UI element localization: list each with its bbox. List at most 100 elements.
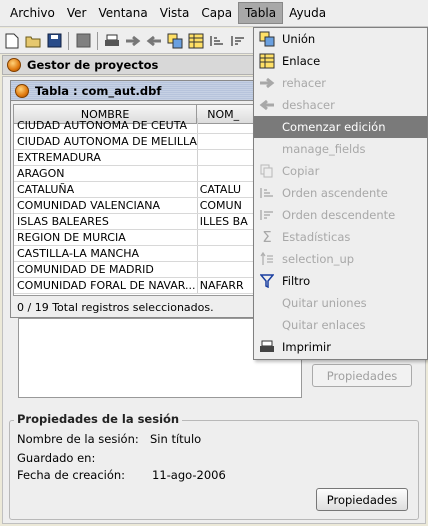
cell-nombre: ARAGON (14, 166, 198, 181)
union-icon (258, 30, 276, 48)
cell-nom (198, 246, 254, 261)
menu-item-deshacer[interactable]: deshacer (254, 94, 427, 116)
menu-ver[interactable]: Ver (61, 3, 93, 23)
menu-icon-spacer (258, 316, 276, 334)
cell-nombre: ISLAS BALEARES (14, 214, 198, 229)
cell-nombre: CASTILLA-LA MANCHA (14, 246, 198, 261)
table-row[interactable]: REGION DE MURCIA (14, 230, 254, 246)
menu-ventana[interactable]: Ventana (92, 3, 153, 23)
menu-item-filtro[interactable]: Filtro (254, 270, 427, 292)
table-row[interactable]: ISLAS BALEARES ILLES BA (14, 214, 254, 230)
menu-icon-spacer (258, 294, 276, 312)
table-row[interactable]: CASTILLA-LA MANCHA (14, 246, 254, 262)
table-window: Tabla : com_aut.dbf NOMBRE NOM_ CIUDAD A… (10, 80, 256, 318)
cell-nombre: CIUDAD AUTONOMA DE MELILLA (14, 134, 198, 149)
menu-item-selection-up[interactable]: selection_up (254, 248, 427, 270)
arrow-right-icon[interactable] (124, 32, 142, 50)
creation-date-label: Fecha de creación: (17, 468, 126, 482)
menu-item-union[interactable]: Unión (254, 28, 427, 50)
session-properties-button[interactable]: Propiedades (316, 488, 408, 511)
menu-item-quitar-enlaces[interactable]: Quitar enlaces (254, 314, 427, 336)
cell-nombre: REGION DE MURCIA (14, 230, 198, 245)
session-name-label: Nombre de la sesión: (17, 432, 139, 446)
attribute-table[interactable]: NOMBRE NOM_ CIUDAD AUTONOMA DE CEUTA CIU… (13, 104, 255, 296)
menu-item-label: Enlace (282, 54, 321, 68)
menu-item-comenzar-edicion[interactable]: Comenzar edición (254, 116, 427, 138)
menu-item-quitar-uniones[interactable]: Quitar uniones (254, 292, 427, 314)
cell-nom: CATALU (199, 183, 242, 196)
cell-nom (198, 262, 254, 277)
menu-archivo[interactable]: Archivo (4, 3, 61, 23)
sort-ascending-icon[interactable] (208, 32, 226, 50)
cell-nom: COMUN (199, 199, 242, 212)
redo-arrow-icon (258, 74, 276, 92)
link-table-icon (258, 52, 276, 70)
menu-item-label: Unión (282, 32, 316, 46)
save-icon[interactable] (45, 32, 63, 50)
menu-vista[interactable]: Vista (154, 3, 196, 23)
menu-item-imprimir[interactable]: Imprimir (254, 336, 427, 358)
sigma-icon: Σ (262, 228, 272, 246)
saved-in-label: Guardado en: (17, 451, 96, 465)
toolbar-separator (97, 31, 98, 50)
cell-nombre: COMUNIDAD VALENCIANA (14, 198, 198, 213)
sort-ascending-icon (258, 184, 276, 202)
menu-item-label: selection_up (282, 252, 355, 266)
menu-item-label: Filtro (282, 274, 311, 288)
undo-arrow-icon (258, 96, 276, 114)
gvsig-orb-icon (7, 58, 21, 72)
cell-nombre: COMUNIDAD DE MADRID (14, 262, 198, 277)
menu-item-enlace[interactable]: Enlace (254, 50, 427, 72)
menu-item-label: Imprimir (282, 340, 331, 354)
menu-item-copiar[interactable]: Copiar (254, 160, 427, 182)
cell-nombre: CATALUÑA (14, 182, 198, 197)
arrow-left-icon[interactable] (145, 32, 163, 50)
selection-up-icon (258, 250, 276, 268)
menu-capa[interactable]: Capa (195, 3, 238, 23)
sort-descending-icon (258, 206, 276, 224)
menu-item-label: Comenzar edición (282, 120, 386, 134)
stop-icon[interactable] (74, 32, 92, 50)
menu-item-rehacer[interactable]: rehacer (254, 72, 427, 94)
link-table-icon[interactable] (187, 32, 205, 50)
menu-tabla[interactable]: Tabla (238, 2, 284, 24)
menu-item-orden-descendente[interactable]: Orden descendente (254, 204, 427, 226)
selection-status: 0 / 19 Total registros seleccionados. (13, 298, 255, 316)
table-row[interactable]: EXTREMADURA (14, 150, 254, 166)
new-file-icon[interactable] (3, 32, 21, 50)
session-properties-title: Propiedades de la sesión (14, 412, 183, 426)
menu-item-label: rehacer (282, 76, 327, 90)
table-row[interactable]: CIUDAD AUTONOMA DE CEUTA (14, 118, 254, 134)
table-row[interactable]: ARAGON (14, 166, 254, 182)
filter-icon (258, 272, 276, 290)
menu-item-manage-fields[interactable]: manage_fields (254, 138, 427, 160)
table-window-titlebar[interactable]: Tabla : com_aut.dbf (11, 81, 255, 101)
menu-item-label: Orden ascendente (282, 186, 388, 200)
cell-nom: NAFARR (199, 279, 244, 292)
gvsig-orb-icon (15, 83, 29, 98)
menu-item-label: Estadísticas (282, 230, 351, 244)
menu-ayuda[interactable]: Ayuda (283, 3, 332, 23)
table-row[interactable]: COMUNIDAD VALENCIANA COMUN (14, 198, 254, 214)
union-icon[interactable] (166, 32, 184, 50)
cell-nom (198, 230, 254, 245)
sort-descending-icon[interactable] (229, 32, 247, 50)
session-name-value: Sin título (150, 432, 202, 446)
cell-nombre: CIUDAD AUTONOMA DE CEUTA (14, 118, 198, 133)
table-row[interactable]: COMUNIDAD FORAL DE NAVAR... NAFARR (14, 278, 254, 294)
table-row[interactable]: COMUNIDAD DE MADRID (14, 262, 254, 278)
menu-item-label: deshacer (282, 98, 335, 112)
cell-nom (198, 166, 254, 181)
menu-item-label: Copiar (282, 164, 320, 178)
print-icon[interactable] (103, 32, 121, 50)
toolbar-separator (68, 31, 69, 50)
table-row[interactable]: CATALUÑA CATALU (14, 182, 254, 198)
creation-date-value: 11-ago-2006 (152, 468, 226, 482)
table-row[interactable]: CIUDAD AUTONOMA DE MELILLA (14, 134, 254, 150)
menu-item-label: Quitar enlaces (282, 318, 366, 332)
open-folder-icon[interactable] (24, 32, 42, 50)
table-body: CIUDAD AUTONOMA DE CEUTA CIUDAD AUTONOMA… (14, 118, 254, 294)
menu-item-orden-ascendente[interactable]: Orden ascendente (254, 182, 427, 204)
project-properties-button[interactable]: Propiedades (312, 364, 412, 387)
menu-item-estadisticas[interactable]: Σ Estadísticas (254, 226, 427, 248)
